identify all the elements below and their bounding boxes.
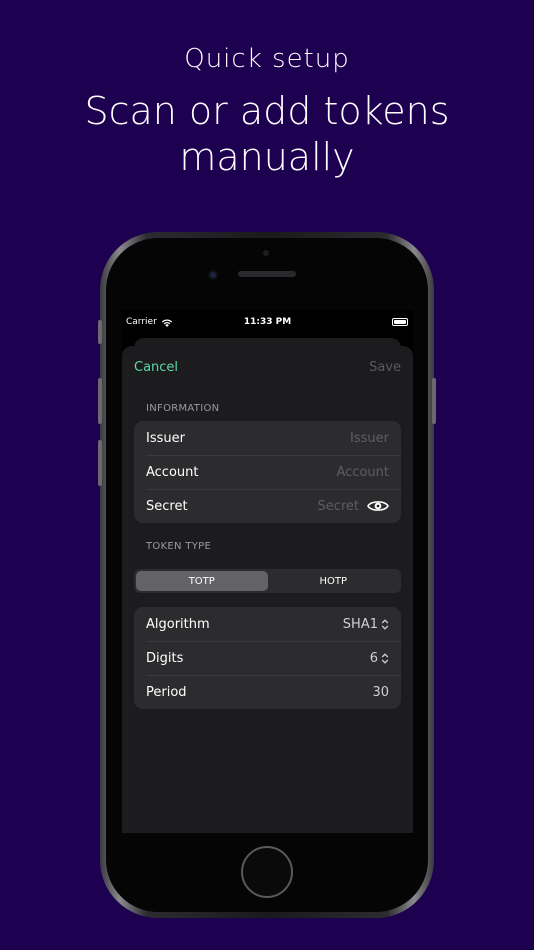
algorithm-label: Algorithm [146, 616, 210, 632]
information-section-header: INFORMATION [146, 403, 220, 414]
period-value[interactable]: 30 [372, 685, 389, 700]
algorithm-value: SHA1 [342, 616, 378, 632]
account-row[interactable]: Account Account [134, 455, 401, 489]
secret-label: Secret [146, 498, 188, 514]
digits-label: Digits [146, 650, 184, 666]
eye-icon[interactable] [367, 499, 389, 513]
cancel-button[interactable]: Cancel [134, 360, 178, 375]
proximity-sensor [263, 250, 269, 256]
earpiece-speaker [238, 271, 296, 277]
digits-picker[interactable]: 6 [370, 651, 389, 666]
settings-group: Algorithm SHA1 Digits 6 Period 30 [134, 607, 401, 709]
volume-up-button [98, 378, 102, 424]
front-camera [208, 270, 218, 280]
secret-field: Secret [317, 499, 389, 514]
token-type-segmented-control: TOTP HOTP [134, 569, 401, 593]
promo-subtitle: Quick setup [184, 44, 350, 74]
volume-down-button [98, 440, 102, 486]
algorithm-picker[interactable]: SHA1 [343, 617, 389, 632]
secret-input[interactable]: Secret [317, 499, 359, 514]
phone-screen: Carrier 11:33 PM Cancel Save INFORMATION… [122, 310, 413, 833]
save-button[interactable]: Save [369, 360, 401, 375]
digits-row[interactable]: Digits 6 [134, 641, 401, 675]
chevron-up-down-icon [381, 652, 389, 664]
algorithm-row[interactable]: Algorithm SHA1 [134, 607, 401, 641]
status-bar: Carrier 11:33 PM [122, 310, 413, 334]
battery-icon [392, 318, 408, 326]
account-label: Account [146, 464, 199, 480]
segment-totp[interactable]: TOTP [136, 571, 268, 591]
chevron-up-down-icon [381, 618, 389, 630]
token-type-section-header: TOKEN TYPE [146, 541, 212, 552]
segment-hotp[interactable]: HOTP [268, 571, 400, 591]
promo-title: Scan or add tokens manually [84, 89, 450, 179]
issuer-row[interactable]: Issuer Issuer [134, 421, 401, 455]
power-button [432, 378, 436, 424]
period-label: Period [146, 684, 187, 700]
mute-switch [98, 320, 102, 344]
period-row[interactable]: Period 30 [134, 675, 401, 709]
account-input[interactable]: Account [337, 465, 390, 480]
status-time: 11:33 PM [243, 317, 292, 327]
issuer-input[interactable]: Issuer [350, 431, 389, 446]
information-group: Issuer Issuer Account Account Secret Sec… [134, 421, 401, 523]
issuer-label: Issuer [146, 430, 185, 446]
secret-row[interactable]: Secret Secret [134, 489, 401, 523]
add-token-sheet: Cancel Save INFORMATION Issuer Issuer Ac… [122, 346, 413, 833]
digits-value: 6 [369, 650, 378, 666]
home-button[interactable] [241, 846, 293, 898]
